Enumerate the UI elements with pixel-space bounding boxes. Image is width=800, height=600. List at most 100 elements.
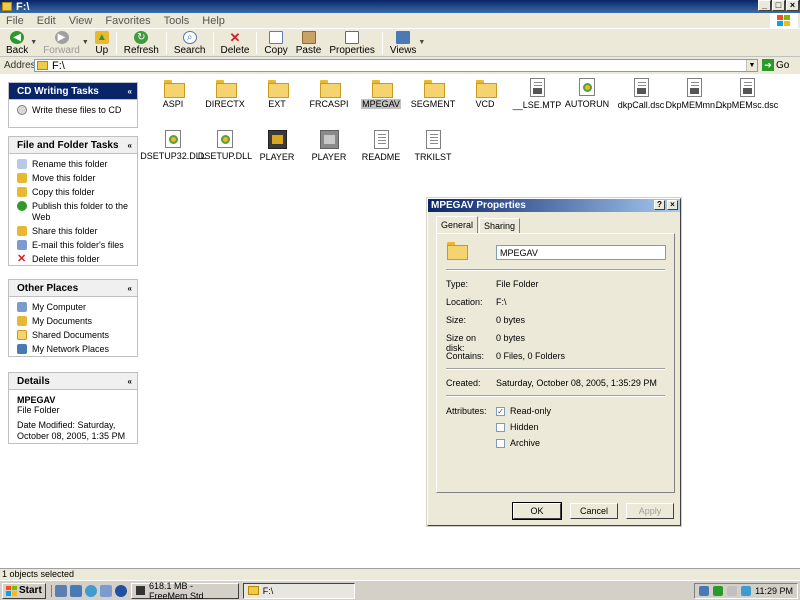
file-item[interactable]: PLAYER (249, 130, 305, 162)
network-icon (17, 344, 27, 354)
address-dropdown-icon[interactable]: ▼ (746, 60, 757, 71)
other-places-header[interactable]: Other Places « (9, 280, 137, 297)
menu-view[interactable]: View (69, 15, 93, 27)
forward-dropdown-icon[interactable]: ▼ (82, 39, 89, 46)
document-icon (686, 78, 702, 97)
file-item[interactable]: TRKILST (405, 130, 461, 162)
menu-edit[interactable]: Edit (37, 15, 56, 27)
task-write-to-cd[interactable]: Write these files to CD (17, 105, 133, 116)
file-item[interactable]: __LSE.MTP (509, 78, 565, 110)
cd-icon (17, 105, 27, 115)
file-item[interactable]: PLAYER (301, 130, 357, 162)
back-dropdown-icon[interactable]: ▼ (30, 39, 37, 46)
file-item[interactable]: ASPI (145, 80, 201, 109)
cd-writing-tasks-header[interactable]: CD Writing Tasks « (9, 83, 137, 100)
file-item[interactable]: DkpMEMmn... (666, 78, 723, 110)
file-item[interactable]: FRCASPI (301, 80, 357, 109)
back-button[interactable]: ◀ Back (2, 30, 32, 56)
maximize-button[interactable]: □ (772, 0, 785, 11)
menu-favorites[interactable]: Favorites (105, 15, 150, 27)
menu-tools[interactable]: Tools (164, 15, 190, 27)
cancel-button[interactable]: Cancel (570, 503, 618, 519)
place-my-network-places[interactable]: My Network Places (17, 344, 133, 355)
hidden-checkbox[interactable]: Hidden (496, 422, 539, 432)
media-player-icon[interactable] (114, 584, 127, 597)
drive-icon (37, 61, 48, 70)
tray-network-icon[interactable] (699, 586, 710, 596)
readonly-checkbox[interactable]: ✓ Read-only (496, 406, 551, 416)
file-item[interactable]: DSETUP32.DLL (140, 130, 206, 161)
tab-sharing[interactable]: Sharing (479, 218, 521, 233)
collapse-chevron-icon[interactable]: « (128, 284, 132, 293)
views-dropdown-icon[interactable]: ▼ (418, 39, 425, 46)
file-item[interactable]: README (353, 130, 409, 162)
tab-general[interactable]: General (436, 216, 479, 233)
archive-checkbox[interactable]: Archive (496, 438, 540, 448)
menu-help[interactable]: Help (202, 15, 225, 27)
task-delete-folder[interactable]: ✕ Delete this folder (17, 254, 133, 265)
divider (446, 395, 665, 397)
go-button[interactable]: ➔ Go (762, 59, 789, 71)
tray-monitor-icon[interactable] (741, 586, 752, 596)
file-item[interactable]: EXT (249, 80, 305, 109)
close-button[interactable]: × (786, 0, 799, 11)
address-input[interactable]: F:\ ▼ (34, 59, 758, 72)
dialog-title-bar[interactable]: MPEGAV Properties ? × (428, 199, 680, 212)
task-rename-folder[interactable]: Rename this folder (17, 159, 133, 170)
place-shared-documents[interactable]: Shared Documents (17, 330, 133, 341)
paste-button[interactable]: Paste (292, 30, 326, 56)
task-move-folder[interactable]: Move this folder (17, 173, 133, 184)
task-share-folder[interactable]: Share this folder (17, 226, 133, 237)
help-button[interactable]: ? (654, 200, 665, 210)
forward-button[interactable]: ▶ Forward (39, 30, 84, 56)
ok-button[interactable]: OK (512, 502, 562, 520)
start-button[interactable]: Start (2, 582, 46, 599)
file-item[interactable]: AUTORUN (559, 78, 615, 109)
show-desktop-icon[interactable] (54, 584, 67, 597)
player-icon (267, 130, 287, 149)
place-my-documents[interactable]: My Documents (17, 316, 133, 327)
clock[interactable]: 11:29 PM (755, 586, 793, 596)
file-item[interactable]: DSETUP.DLL (197, 130, 253, 161)
dialog-close-button[interactable]: × (667, 200, 678, 210)
file-item[interactable]: DkpMEMsc.dsc (716, 78, 778, 110)
minimize-button[interactable]: _ (758, 0, 771, 11)
copy-button[interactable]: Copy (260, 30, 291, 56)
refresh-button[interactable]: ↻ Refresh (120, 30, 163, 56)
views-button[interactable]: Views (386, 30, 421, 56)
properties-button[interactable]: Properties (325, 30, 379, 56)
task-publish-folder[interactable]: Publish this folder to the Web (17, 201, 133, 223)
folder-icon (247, 586, 259, 595)
file-item[interactable]: DIRECTX (197, 80, 253, 109)
file-item[interactable]: SEGMENT (405, 80, 461, 109)
collapse-chevron-icon[interactable]: « (128, 377, 132, 386)
file-item-selected[interactable]: MPEGAV (353, 80, 409, 109)
task-email-files[interactable]: E-mail this folder's files (17, 240, 133, 251)
taskbar-button-explorer[interactable]: F:\ (242, 582, 355, 599)
go-arrow-icon: ➔ (762, 59, 774, 71)
place-my-computer[interactable]: My Computer (17, 302, 133, 313)
folder-name-input[interactable]: MPEGAV (496, 245, 666, 260)
up-button[interactable]: ▲ Up (91, 30, 113, 56)
file-item[interactable]: VCD (457, 80, 513, 109)
prop-location-row: Location: F:\ (446, 297, 507, 307)
collapse-chevron-icon[interactable]: « (128, 87, 132, 96)
folder-icon (423, 80, 445, 98)
taskbar-button-freemem[interactable]: 618.1 MB - FreeMem Std (130, 581, 239, 600)
file-folder-tasks-header[interactable]: File and Folder Tasks « (9, 137, 137, 154)
details-header[interactable]: Details « (9, 373, 137, 390)
collapse-chevron-icon[interactable]: « (128, 141, 132, 150)
search-button[interactable]: ⌕ Search (170, 30, 210, 56)
outlook-icon[interactable] (99, 584, 112, 597)
task-copy-folder[interactable]: Copy this folder (17, 187, 133, 198)
window-title-bar[interactable]: F:\ _ □ × (0, 0, 800, 13)
menu-file[interactable]: File (6, 15, 24, 27)
file-item[interactable]: dkpCall.dsc (613, 78, 669, 110)
tray-volume-icon[interactable] (727, 586, 738, 596)
internet-explorer-icon[interactable] (84, 584, 97, 597)
dll-icon (165, 130, 181, 148)
delete-button[interactable]: ✕ Delete (217, 30, 254, 56)
apply-button[interactable]: Apply (626, 503, 674, 519)
tray-security-icon[interactable] (713, 586, 724, 596)
explorer-icon[interactable] (69, 584, 82, 597)
